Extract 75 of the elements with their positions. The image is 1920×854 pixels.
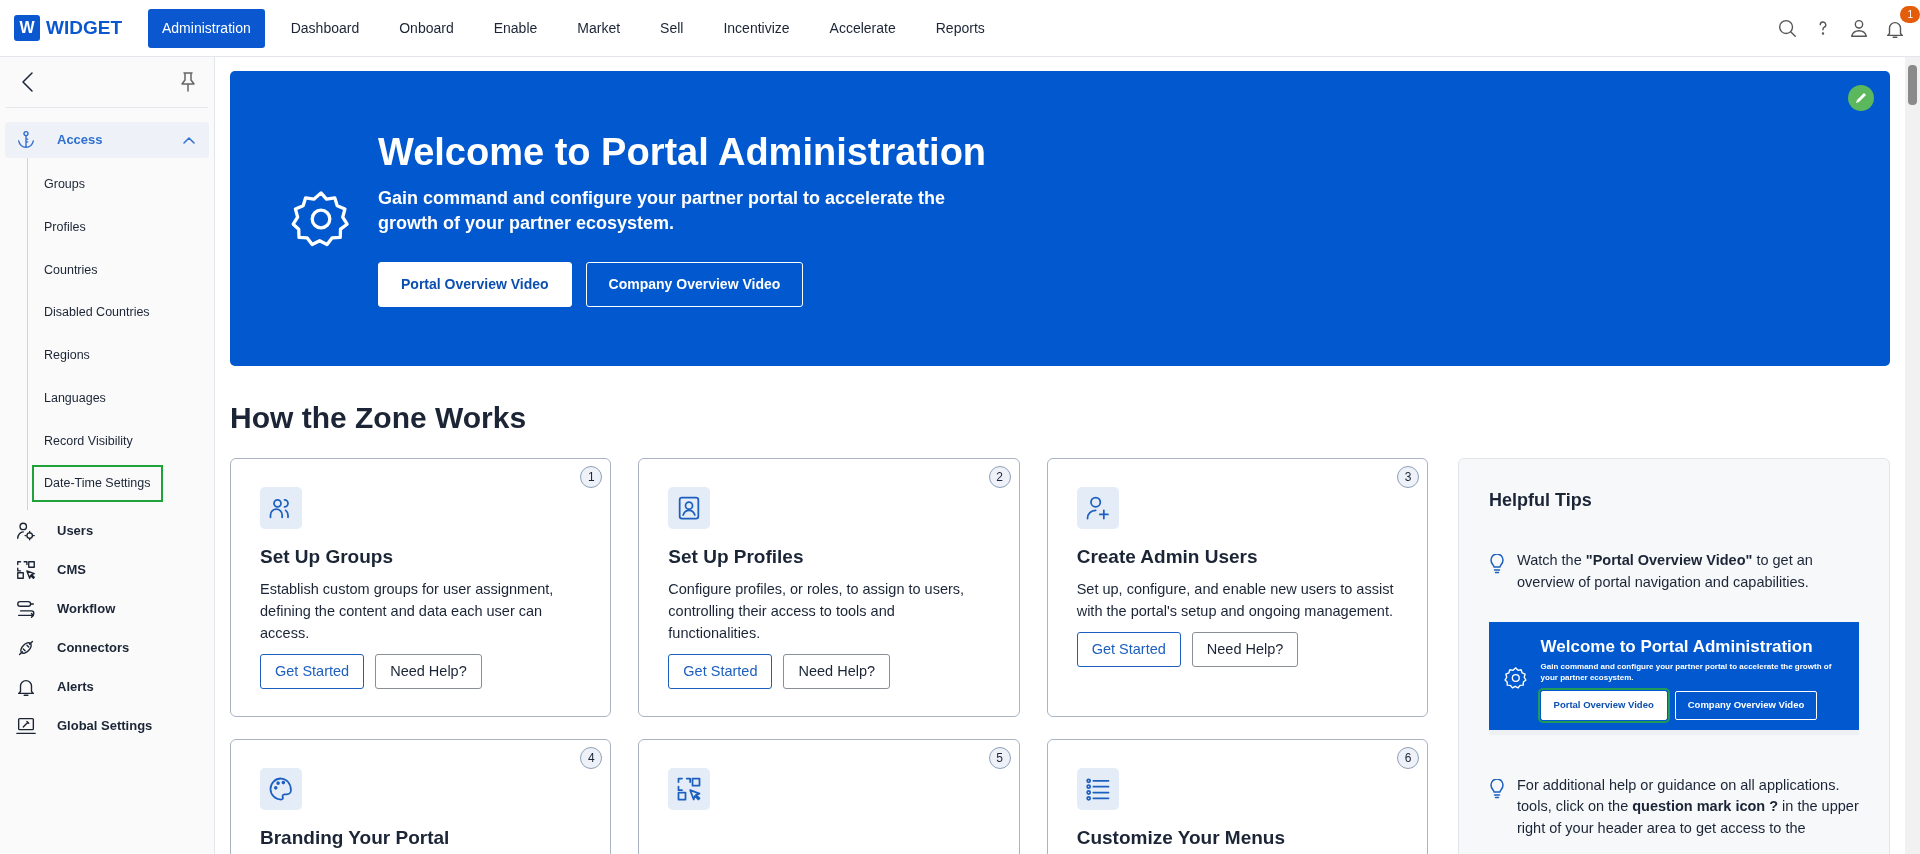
search-icon[interactable] [1776, 17, 1798, 39]
edit-icon[interactable] [1848, 85, 1874, 111]
logo-mark: W [14, 15, 40, 41]
video-button[interactable]: Portal Overview Video [378, 262, 572, 307]
chevron-up-icon [183, 136, 195, 144]
step-number: 2 [988, 466, 1011, 488]
sidebar-item-icon [15, 598, 37, 620]
get-started-button[interactable]: Get Started [668, 653, 773, 690]
card-title: Branding Your Portal [260, 826, 451, 850]
banner-title: Welcome to Portal Administration [378, 130, 987, 175]
tip-text: Watch the "Portal Overview Video" to get an overview of portal navigation and capabilities. [1517, 551, 1814, 592]
pin-icon[interactable] [180, 72, 196, 92]
get-started-button[interactable]: Get Started [1076, 631, 1181, 668]
step-number: 5 [988, 747, 1011, 769]
submenu-item[interactable]: Record Visibility [32, 422, 145, 460]
logo-text: WIDGET [46, 15, 122, 40]
step-number: 3 [1397, 466, 1419, 488]
nav-tab[interactable]: Accelerate [815, 8, 910, 48]
submenu-item[interactable]: Groups [32, 166, 97, 203]
user-icon[interactable] [1848, 17, 1870, 39]
preview-title: Welcome to Portal Administration [1540, 635, 1814, 658]
submenu-item[interactable]: Regions [32, 337, 102, 374]
banner-subtitle: Gain command and configure your partner portal to accelerate the growth of your partner ecosystem. [378, 186, 947, 235]
sidebar-item[interactable]: CMS [5, 552, 209, 588]
preview-subtitle: Gain command and configure your partner portal to accelerate the growth of your partner ecosystem. [1540, 661, 1833, 684]
notification-badge: 1 [1900, 6, 1920, 23]
submenu-item[interactable]: Countries [32, 251, 110, 289]
sidebar-item-icon [15, 129, 37, 151]
sidebar-item-icon [15, 559, 37, 581]
nav-tab[interactable]: Market [563, 8, 635, 48]
chevron-left-icon[interactable] [20, 71, 34, 93]
card-description: Establish custom groups for user assignment, defining the content and data each user can access. [260, 579, 555, 643]
lightbulb-icon [1489, 554, 1505, 574]
help-button[interactable]: Need Help? [1191, 631, 1299, 668]
submenu-item[interactable]: Date-Time Settings [32, 465, 163, 502]
lightbulb-icon [1489, 778, 1505, 799]
nav-tab[interactable]: Onboard [385, 8, 468, 48]
sidebar-item[interactable]: Connectors [5, 630, 209, 666]
tips-title: Helpful Tips [1489, 489, 1593, 512]
list-icon [1083, 775, 1112, 803]
nav-tab[interactable]: Dashboard [276, 8, 374, 48]
nav-tab[interactable]: Incentivize [709, 8, 804, 48]
sidebar-item-icon [15, 520, 37, 542]
card-description: Set up, configure, and enable new users to assist with the portal's setup and ongoing management. [1076, 579, 1395, 621]
sidebar-item-icon [15, 715, 37, 737]
preview-video-button[interactable]: Portal Overview Video [1540, 691, 1667, 720]
help-button[interactable]: Need Help? [783, 653, 891, 690]
card-title: Customize Your Menus [1076, 826, 1286, 850]
nav-tab[interactable]: Enable [479, 8, 552, 48]
nav-tab[interactable]: Sell [646, 8, 698, 48]
tip-text: For additional help or guidance on all applications. tools, click on the question mark icon ? in the upper right of your header area to get access to the [1517, 775, 1859, 839]
sidebar-item[interactable]: Alerts [5, 669, 209, 705]
get-started-button[interactable]: Get Started [260, 653, 365, 690]
sidebar-item[interactable]: Access [5, 122, 209, 158]
card-title: Set Up Profiles [668, 545, 805, 569]
submenu-item[interactable]: Profiles [32, 208, 98, 246]
section-title: How the Zone Works [230, 400, 528, 436]
step-number: 1 [580, 466, 603, 488]
step-number: 4 [580, 747, 603, 769]
sidebar-item[interactable]: Users [5, 513, 209, 549]
palette-icon [267, 775, 295, 803]
sidebar-item[interactable]: Global Settings [5, 708, 209, 744]
submenu-item[interactable]: Disabled Countries [32, 294, 162, 331]
card-title: Create Admin Users [1076, 545, 1259, 569]
nav-tab[interactable]: Reports [921, 8, 999, 48]
help-button[interactable]: Need Help? [375, 653, 482, 690]
sidebar-item[interactable]: Workflow [5, 591, 209, 627]
card-title: Set Up Groups [260, 545, 394, 569]
submenu-item[interactable]: Languages [32, 379, 118, 417]
nav-tab[interactable]: Administration [148, 8, 265, 48]
scrollbar[interactable] [1905, 57, 1920, 854]
preview-video-button[interactable]: Company Overview Video [1674, 691, 1818, 720]
card-description: Configure profiles, or roles, to assign to users, controlling their access to tools and functionalities. [668, 579, 966, 643]
step-number: 6 [1397, 747, 1419, 769]
video-button[interactable]: Company Overview Video [585, 262, 804, 307]
